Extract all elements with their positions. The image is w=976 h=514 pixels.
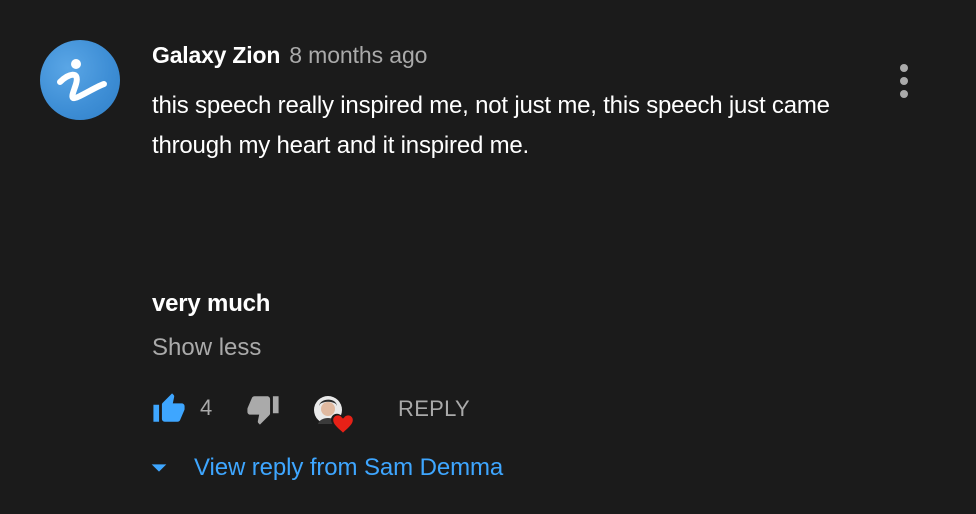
show-less-button[interactable]: Show less <box>152 330 261 366</box>
comment-thread: Galaxy Zion 8 months ago this speech rea… <box>0 0 976 514</box>
caret-down-icon <box>151 464 167 472</box>
more-actions-button[interactable] <box>888 60 920 102</box>
like-count: 4 <box>200 395 213 420</box>
view-replies-button[interactable]: View reply from Sam Demma <box>148 450 503 486</box>
comment-text-continued: very much <box>152 290 271 317</box>
thumbs-up-icon <box>153 393 185 422</box>
dislike-button[interactable] <box>246 392 280 426</box>
comment-timestamp[interactable]: 8 months ago <box>289 42 427 69</box>
comment-header: Galaxy Zion 8 months ago <box>152 42 427 74</box>
like-button[interactable] <box>152 392 186 426</box>
more-vert-icon-dot <box>900 90 908 98</box>
comment-actions: 4 REPLY <box>152 388 952 435</box>
avatar[interactable] <box>40 40 120 120</box>
more-vert-icon <box>900 64 908 72</box>
letter-i-icon <box>57 59 107 102</box>
heart-icon <box>331 413 355 435</box>
more-vert-icon-dot <box>900 77 908 85</box>
view-replies-label: View reply from Sam Demma <box>194 454 504 481</box>
thumbs-down-icon <box>247 396 279 425</box>
comment-text: this speech really inspired me, not just… <box>152 92 830 159</box>
author-name[interactable]: Galaxy Zion <box>152 42 280 69</box>
reply-button[interactable]: REPLY <box>398 395 470 423</box>
creator-heart-badge <box>312 392 360 435</box>
